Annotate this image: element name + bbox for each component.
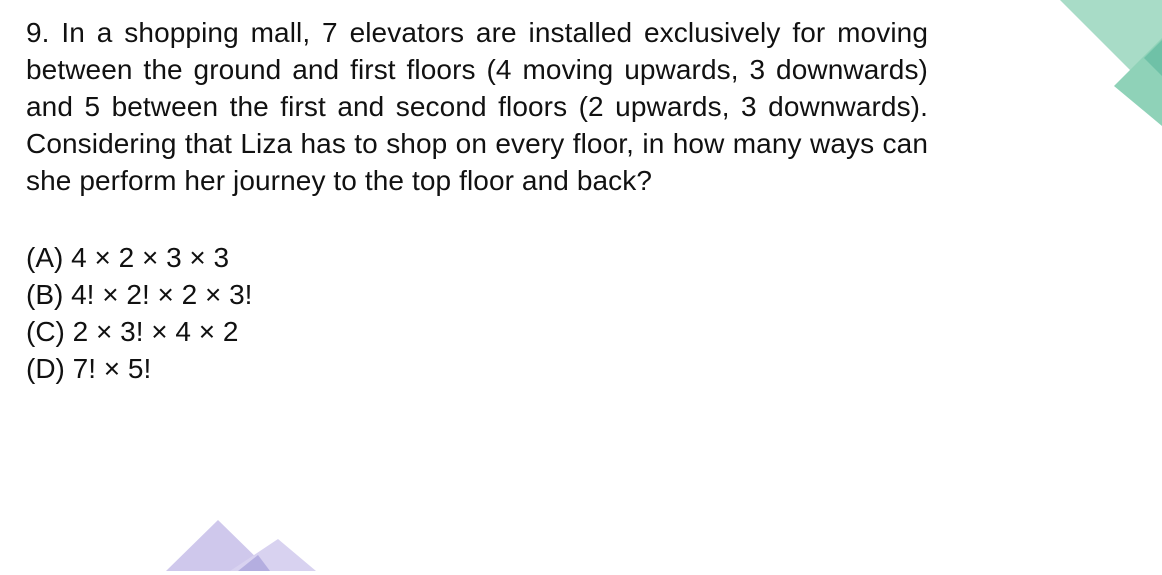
option-d: (D) 7! × 5! [26, 353, 152, 384]
teal-diamond-inner-shape [1144, 40, 1162, 76]
option-b: (B) 4! × 2! × 2 × 3! [26, 279, 253, 310]
purple-triangle-right-shape [230, 539, 316, 571]
slide: 9. In a shopping mall, 7 elevators are i… [0, 0, 1162, 571]
answer-options-list: (A) 4 × 2 × 3 × 3 (B) 4! × 2! × 2 × 3! (… [26, 239, 252, 387]
purple-overlap-shape [238, 555, 270, 571]
teal-band-shape [1060, 0, 1162, 102]
purple-triangle-left-shape [166, 520, 270, 571]
teal-corner-decoration-icon [1060, 0, 1162, 126]
purple-bottom-decoration-icon [166, 520, 316, 571]
question-text: 9. In a shopping mall, 7 elevators are i… [26, 17, 928, 196]
option-c: (C) 2 × 3! × 4 × 2 [26, 316, 239, 347]
option-a: (A) 4 × 2 × 3 × 3 [26, 242, 230, 273]
teal-diamond-shape [1114, 38, 1162, 126]
